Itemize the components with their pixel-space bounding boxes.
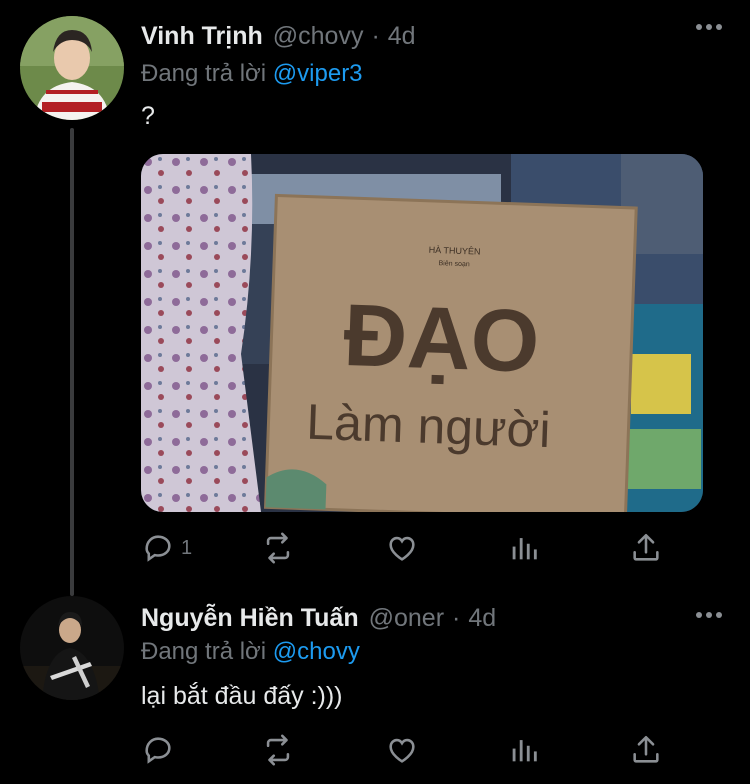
like-button[interactable] xyxy=(385,730,419,770)
tweet-header: Nguyễn Hiền Tuấn @oner · 4d xyxy=(141,604,496,633)
user-handle[interactable]: @oner xyxy=(369,604,444,633)
reply-button[interactable] xyxy=(141,730,175,770)
replying-prefix: Đang trả lời xyxy=(141,638,273,665)
book-title-main: ĐẠO xyxy=(342,285,541,391)
reply-count: 1 xyxy=(181,536,193,559)
share-button[interactable] xyxy=(629,528,663,568)
tweet-text: ? xyxy=(141,102,155,130)
timestamp[interactable]: 4d xyxy=(388,22,416,51)
like-icon xyxy=(389,536,415,561)
replying-to: Đang trả lời @chovy xyxy=(141,638,360,666)
tweet-actions xyxy=(141,730,671,770)
share-icon xyxy=(633,533,659,561)
share-icon xyxy=(633,735,659,763)
tweet-media-image[interactable]: HÀ THUYÊN Biên soạn ĐẠO Làm người xyxy=(141,154,703,512)
more-icon[interactable] xyxy=(696,24,722,30)
retweet-button[interactable] xyxy=(261,730,295,770)
replying-prefix: Đang trả lời xyxy=(141,60,273,87)
display-name[interactable]: Nguyễn Hiền Tuấn xyxy=(141,604,359,633)
analytics-icon xyxy=(512,538,537,560)
user-handle[interactable]: @chovy xyxy=(273,22,364,51)
separator-dot: · xyxy=(452,604,461,632)
more-icon[interactable] xyxy=(696,612,722,618)
like-button[interactable] xyxy=(385,528,419,568)
retweet-icon xyxy=(266,532,290,564)
replying-to: Đang trả lời @viper3 xyxy=(141,60,363,88)
book-editor-text: Biên soạn xyxy=(438,260,469,268)
tweet-actions: 1 xyxy=(141,528,671,568)
book-author-text: HÀ THUYÊN xyxy=(429,245,481,257)
display-name[interactable]: Vinh Trịnh xyxy=(141,22,263,51)
share-button[interactable] xyxy=(629,730,663,770)
reply-icon xyxy=(145,535,171,562)
like-icon xyxy=(389,738,415,763)
retweet-button[interactable] xyxy=(261,528,295,568)
tweet-chovy[interactable]: Vinh Trịnh @chovy · 4d Đang trả lời @vip… xyxy=(0,0,750,600)
timestamp[interactable]: 4d xyxy=(468,604,496,633)
separator-dot: · xyxy=(371,22,380,50)
reply-button[interactable]: 1 xyxy=(141,528,192,568)
tweet-header: Vinh Trịnh @chovy · 4d xyxy=(141,22,416,51)
replying-mention-link[interactable]: @chovy xyxy=(273,638,360,665)
tweet-oner[interactable]: Nguyễn Hiền Tuấn @oner · 4d Đang trả lời… xyxy=(0,596,750,784)
avatar-oner[interactable] xyxy=(20,596,124,700)
tweet-text: lại bắt đầu đấy :))) xyxy=(141,682,343,710)
replying-mention-link[interactable]: @viper3 xyxy=(273,60,363,87)
retweet-icon xyxy=(266,734,290,766)
analytics-button[interactable] xyxy=(507,528,541,568)
reply-icon xyxy=(145,737,171,764)
analytics-icon xyxy=(512,740,537,762)
analytics-button[interactable] xyxy=(507,730,541,770)
book-title-sub: Làm người xyxy=(305,394,551,458)
thread-connector-line xyxy=(70,128,74,596)
avatar-chovy[interactable] xyxy=(20,16,124,120)
